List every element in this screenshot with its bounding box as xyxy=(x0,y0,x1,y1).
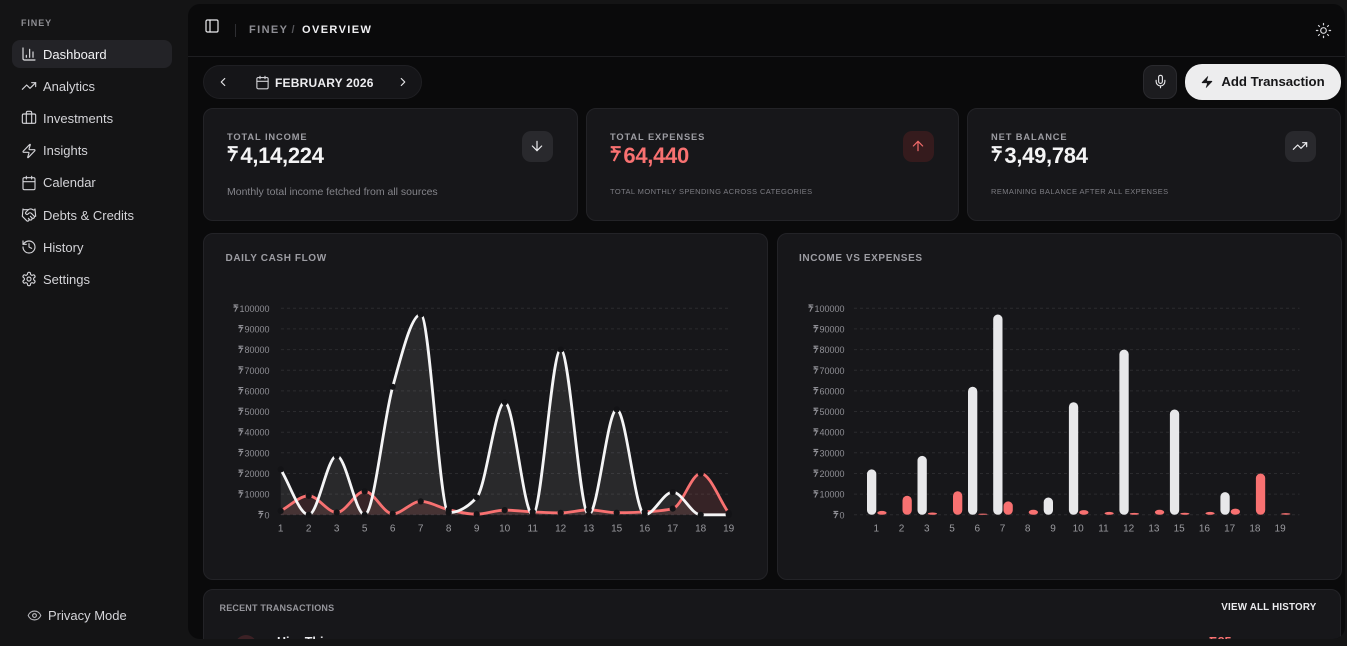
svg-text:16: 16 xyxy=(639,524,651,535)
svg-text:90000: 90000 xyxy=(819,324,844,334)
svg-text:10000: 10000 xyxy=(244,490,269,500)
svg-text:20000: 20000 xyxy=(819,469,844,479)
svg-text:60000: 60000 xyxy=(819,386,844,396)
svg-text:30000: 30000 xyxy=(244,448,269,458)
svg-text:80000: 80000 xyxy=(244,345,269,355)
svg-text:100000: 100000 xyxy=(239,304,269,314)
svg-text:10: 10 xyxy=(499,524,511,535)
svg-text:9: 9 xyxy=(474,524,480,535)
svg-text:2: 2 xyxy=(898,524,904,535)
svg-text:8: 8 xyxy=(1024,524,1030,535)
svg-text:18: 18 xyxy=(695,524,707,535)
svg-text:100000: 100000 xyxy=(814,304,844,314)
svg-text:11: 11 xyxy=(528,524,539,535)
svg-text:0: 0 xyxy=(839,510,844,520)
svg-text:7: 7 xyxy=(418,524,424,535)
svg-text:10: 10 xyxy=(1072,524,1084,535)
svg-text:80000: 80000 xyxy=(819,345,844,355)
svg-text:13: 13 xyxy=(1148,524,1160,535)
svg-text:18: 18 xyxy=(1249,524,1261,535)
svg-text:10000: 10000 xyxy=(819,490,844,500)
svg-text:15: 15 xyxy=(611,524,623,535)
svg-text:5: 5 xyxy=(949,524,955,535)
svg-text:19: 19 xyxy=(1274,524,1286,535)
svg-text:6: 6 xyxy=(974,524,980,535)
svg-text:90000: 90000 xyxy=(244,324,269,334)
svg-text:17: 17 xyxy=(1224,524,1236,535)
svg-text:12: 12 xyxy=(555,524,567,535)
svg-text:15: 15 xyxy=(1173,524,1185,535)
svg-text:3: 3 xyxy=(924,524,930,535)
svg-text:40000: 40000 xyxy=(244,428,269,438)
svg-text:5: 5 xyxy=(362,524,368,535)
svg-text:6: 6 xyxy=(390,524,396,535)
svg-text:12: 12 xyxy=(1123,524,1135,535)
svg-text:3: 3 xyxy=(334,524,340,535)
svg-text:8: 8 xyxy=(446,524,452,535)
svg-text:50000: 50000 xyxy=(819,407,844,417)
svg-text:9: 9 xyxy=(1050,524,1056,535)
svg-text:17: 17 xyxy=(667,524,679,535)
svg-text:20000: 20000 xyxy=(244,469,269,479)
svg-text:11: 11 xyxy=(1098,524,1109,535)
svg-text:16: 16 xyxy=(1198,524,1210,535)
svg-text:0: 0 xyxy=(264,510,269,520)
svg-text:40000: 40000 xyxy=(819,428,844,438)
svg-text:13: 13 xyxy=(583,524,595,535)
svg-text:19: 19 xyxy=(723,524,735,535)
svg-text:30000: 30000 xyxy=(819,448,844,458)
svg-text:2: 2 xyxy=(306,524,312,535)
svg-text:7: 7 xyxy=(999,524,1005,535)
svg-text:60000: 60000 xyxy=(244,386,269,396)
svg-text:70000: 70000 xyxy=(244,366,269,376)
svg-text:70000: 70000 xyxy=(819,366,844,376)
svg-text:50000: 50000 xyxy=(244,407,269,417)
svg-text:1: 1 xyxy=(873,524,879,535)
svg-text:1: 1 xyxy=(278,524,284,535)
